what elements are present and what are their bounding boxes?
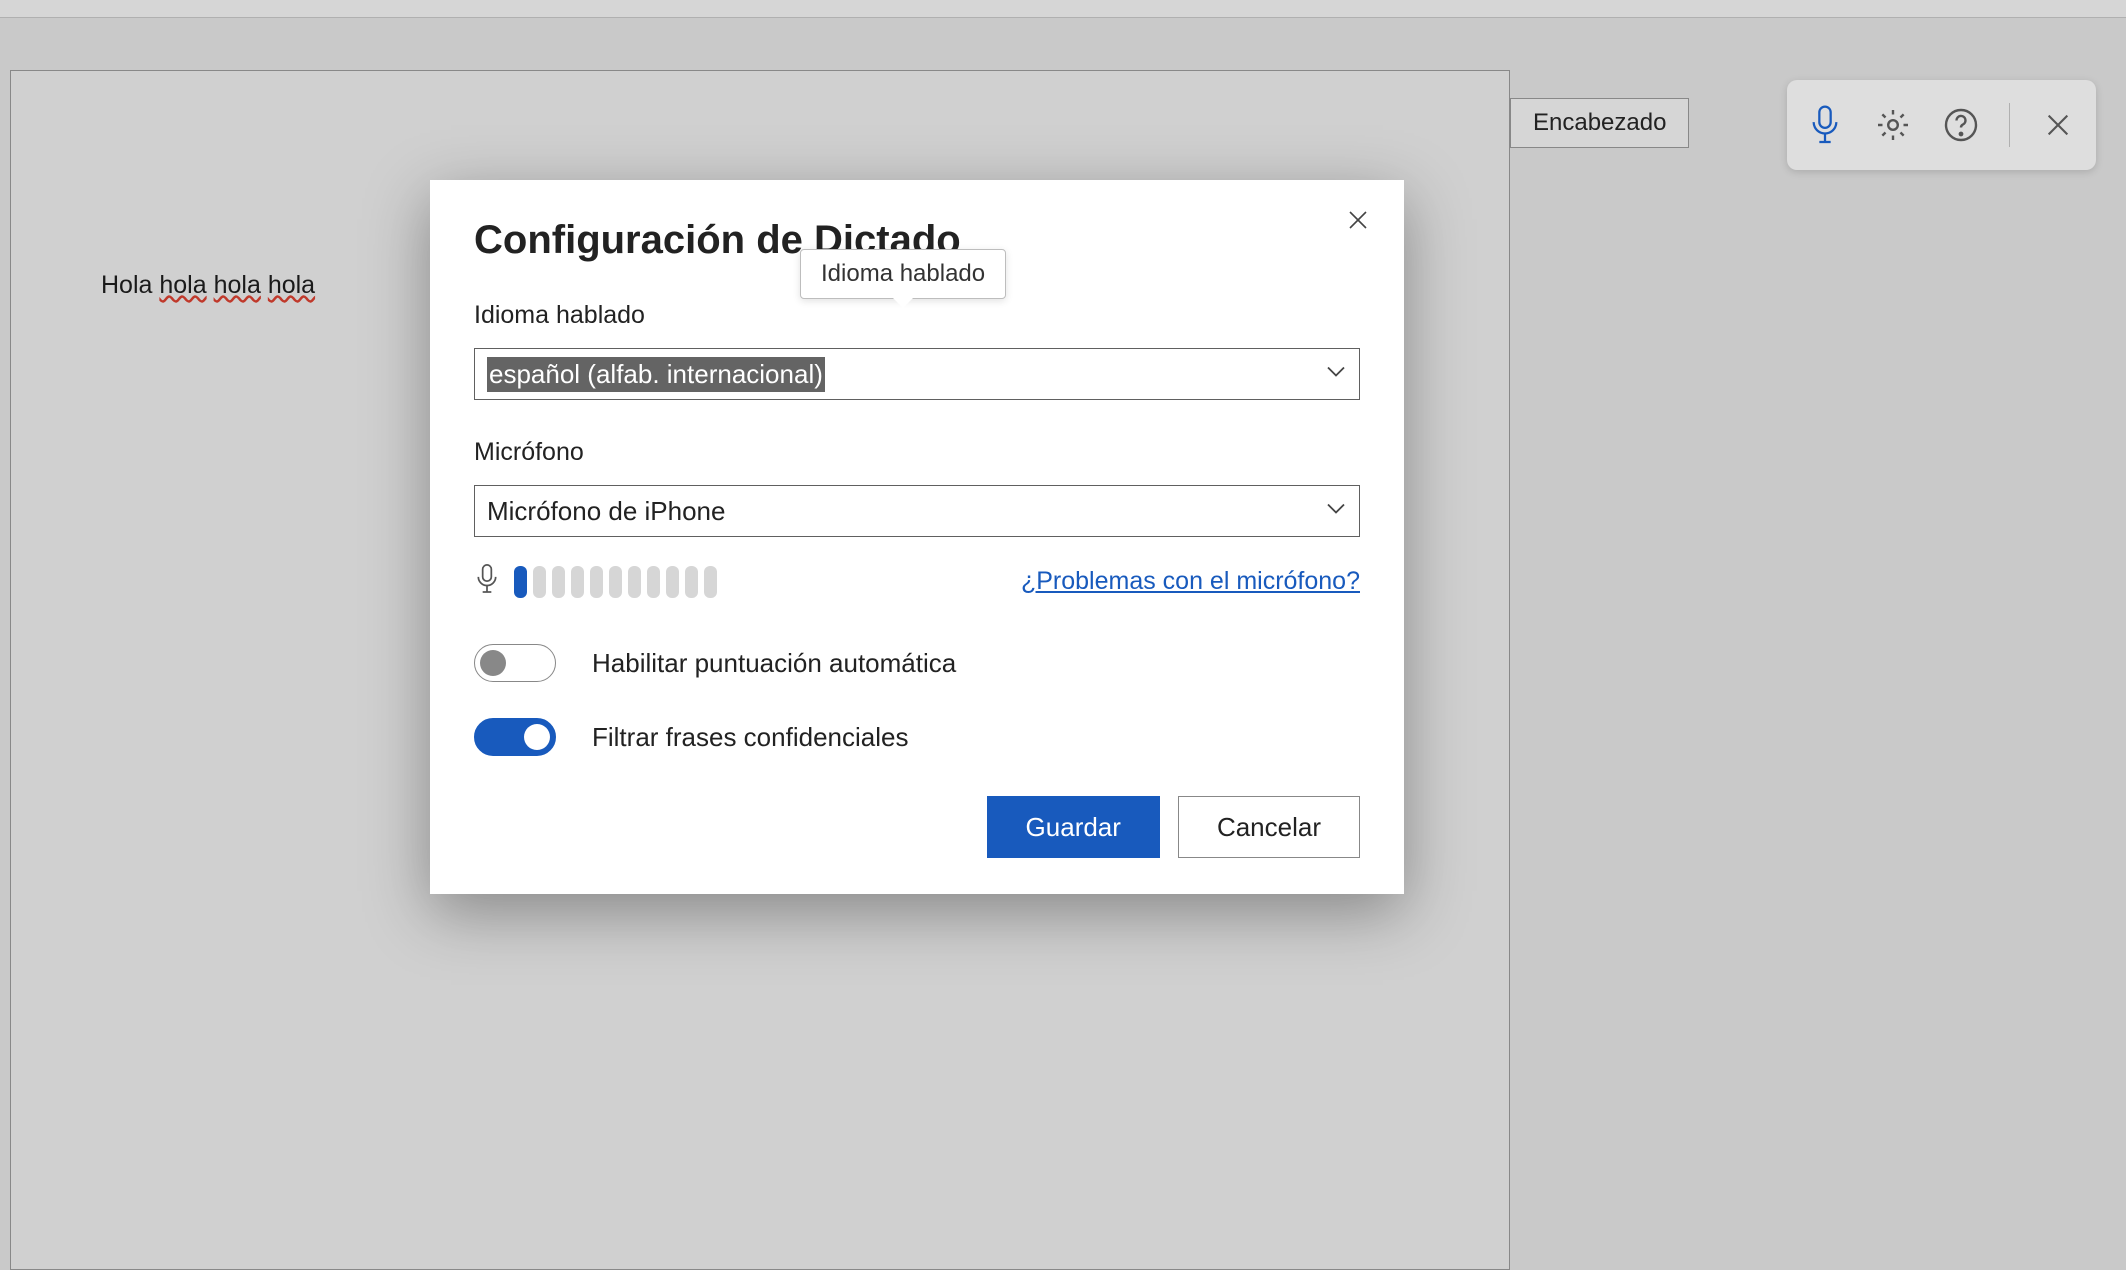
auto-punctuation-row: Habilitar puntuación automática: [474, 644, 1360, 682]
mic-level-bar: [533, 566, 546, 598]
gear-icon[interactable]: [1873, 105, 1913, 145]
document-text: Hola hola hola hola: [101, 271, 315, 300]
chevron-down-icon: [1325, 365, 1347, 384]
doc-word: Hola: [101, 271, 152, 299]
microphone-small-icon: [474, 563, 500, 600]
mic-level-bar: [590, 566, 603, 598]
doc-word-misspelled: hola: [268, 271, 315, 299]
ribbon-bar: [0, 0, 2126, 18]
mic-level-bar: [514, 566, 527, 598]
microphone-label: Micrófono: [474, 438, 1360, 467]
save-button[interactable]: Guardar: [987, 796, 1160, 858]
mic-level-bar: [609, 566, 622, 598]
doc-word-misspelled: hola: [159, 271, 206, 299]
filter-phrases-label: Filtrar frases confidenciales: [592, 722, 908, 753]
filter-phrases-toggle[interactable]: [474, 718, 556, 756]
microphone-level-row: ¿Problemas con el micrófono?: [474, 563, 1360, 600]
microphone-icon[interactable]: [1805, 105, 1845, 145]
spoken-language-tooltip: Idioma hablado: [800, 249, 1006, 299]
mic-level-bar: [685, 566, 698, 598]
style-dropdown-label: Encabezado: [1533, 109, 1666, 137]
spoken-language-value: español (alfab. internacional): [487, 357, 825, 392]
cancel-button[interactable]: Cancelar: [1178, 796, 1360, 858]
spoken-language-label: Idioma hablado: [474, 301, 1360, 330]
doc-word-misspelled: hola: [214, 271, 261, 299]
dictation-settings-modal: Configuración de Dictado Idioma hablado …: [430, 180, 1404, 894]
toolbar-separator: [2009, 103, 2010, 147]
chevron-down-icon: [1325, 502, 1347, 521]
modal-button-row: Guardar Cancelar: [474, 796, 1360, 858]
microphone-value: Micrófono de iPhone: [487, 496, 725, 527]
mic-level-bar: [704, 566, 717, 598]
dictation-toolbar: [1787, 80, 2096, 170]
auto-punctuation-label: Habilitar puntuación automática: [592, 648, 956, 679]
microphone-help-link[interactable]: ¿Problemas con el micrófono?: [1021, 567, 1360, 596]
spoken-language-dropdown[interactable]: español (alfab. internacional): [474, 348, 1360, 400]
mic-level-bar: [628, 566, 641, 598]
close-icon[interactable]: [2038, 105, 2078, 145]
mic-level-bar: [666, 566, 679, 598]
auto-punctuation-toggle[interactable]: [474, 644, 556, 682]
mic-level-bar: [571, 566, 584, 598]
help-icon[interactable]: [1941, 105, 1981, 145]
modal-close-button[interactable]: [1340, 202, 1376, 243]
mic-level-bar: [647, 566, 660, 598]
paragraph-style-dropdown[interactable]: Encabezado: [1510, 98, 1689, 148]
microphone-dropdown[interactable]: Micrófono de iPhone: [474, 485, 1360, 537]
mic-level-bar: [552, 566, 565, 598]
filter-phrases-row: Filtrar frases confidenciales: [474, 718, 1360, 756]
microphone-level-meter: [514, 566, 717, 598]
